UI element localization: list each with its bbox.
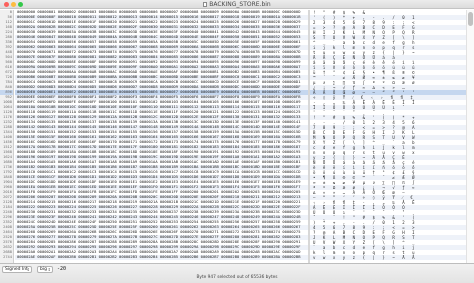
endianness-label: big [40,267,47,272]
text-row[interactable]: v w x y z { | } ~ Ä Å [310,255,466,260]
hex-editor-window: BACKING_STORE.bin 0 56 112 168 224 280 336 392 4… [0,0,474,283]
text-pane[interactable]: ! " # $ % & ' ( ) * + , - . / 0 12 3 4 5 … [310,10,466,263]
document-icon [203,2,208,7]
int-type-popup[interactable]: Signed Int ⇕ [2,266,32,273]
title-bar: BACKING_STORE.bin [0,0,474,9]
hex-pane[interactable]: 00000000 00000001 00000002 00000003 0000… [15,10,308,263]
hex-bytes: 000002AE 000002AF 000002B0 000002B1 0000… [17,255,301,259]
line-number-row: 2744 [0,255,13,260]
popup-arrows-icon: ⇕ [47,267,51,272]
minimize-button[interactable] [11,2,16,7]
int-type-label: Signed Int [5,267,28,272]
zoom-button[interactable] [18,2,23,7]
vertical-scrollbar[interactable] [466,10,474,263]
window-title: BACKING_STORE.bin [209,1,271,8]
endianness-popup[interactable]: big ⇕ [37,266,53,273]
scrollbar-thumb[interactable] [468,12,473,26]
value-readout[interactable]: -20 [57,266,66,273]
line-number-gutter: 0 56 112 168 224 280 336 392 448 504 560 616 672 728 7… [0,10,14,263]
close-button[interactable] [4,2,9,7]
popup-arrows-icon: ⇕ [26,267,30,272]
editor-area: 0 56 112 168 224 280 336 392 448 504 560 616 672 728 7… [0,10,474,263]
status-bar: Signed Int ⇕ big ⇕ -20 Byte 947 selected… [0,263,474,283]
text-chars: v w x y z { | } ~ Ä Å [313,255,418,260]
line-number: 2744 [3,255,12,259]
selection-info: Byte 947 selected out of 65536 bytes [196,275,278,280]
hex-row[interactable]: 000002AE 000002AF 000002B0 000002B1 0000… [15,255,308,260]
window-title-wrap: BACKING_STORE.bin [0,0,474,9]
